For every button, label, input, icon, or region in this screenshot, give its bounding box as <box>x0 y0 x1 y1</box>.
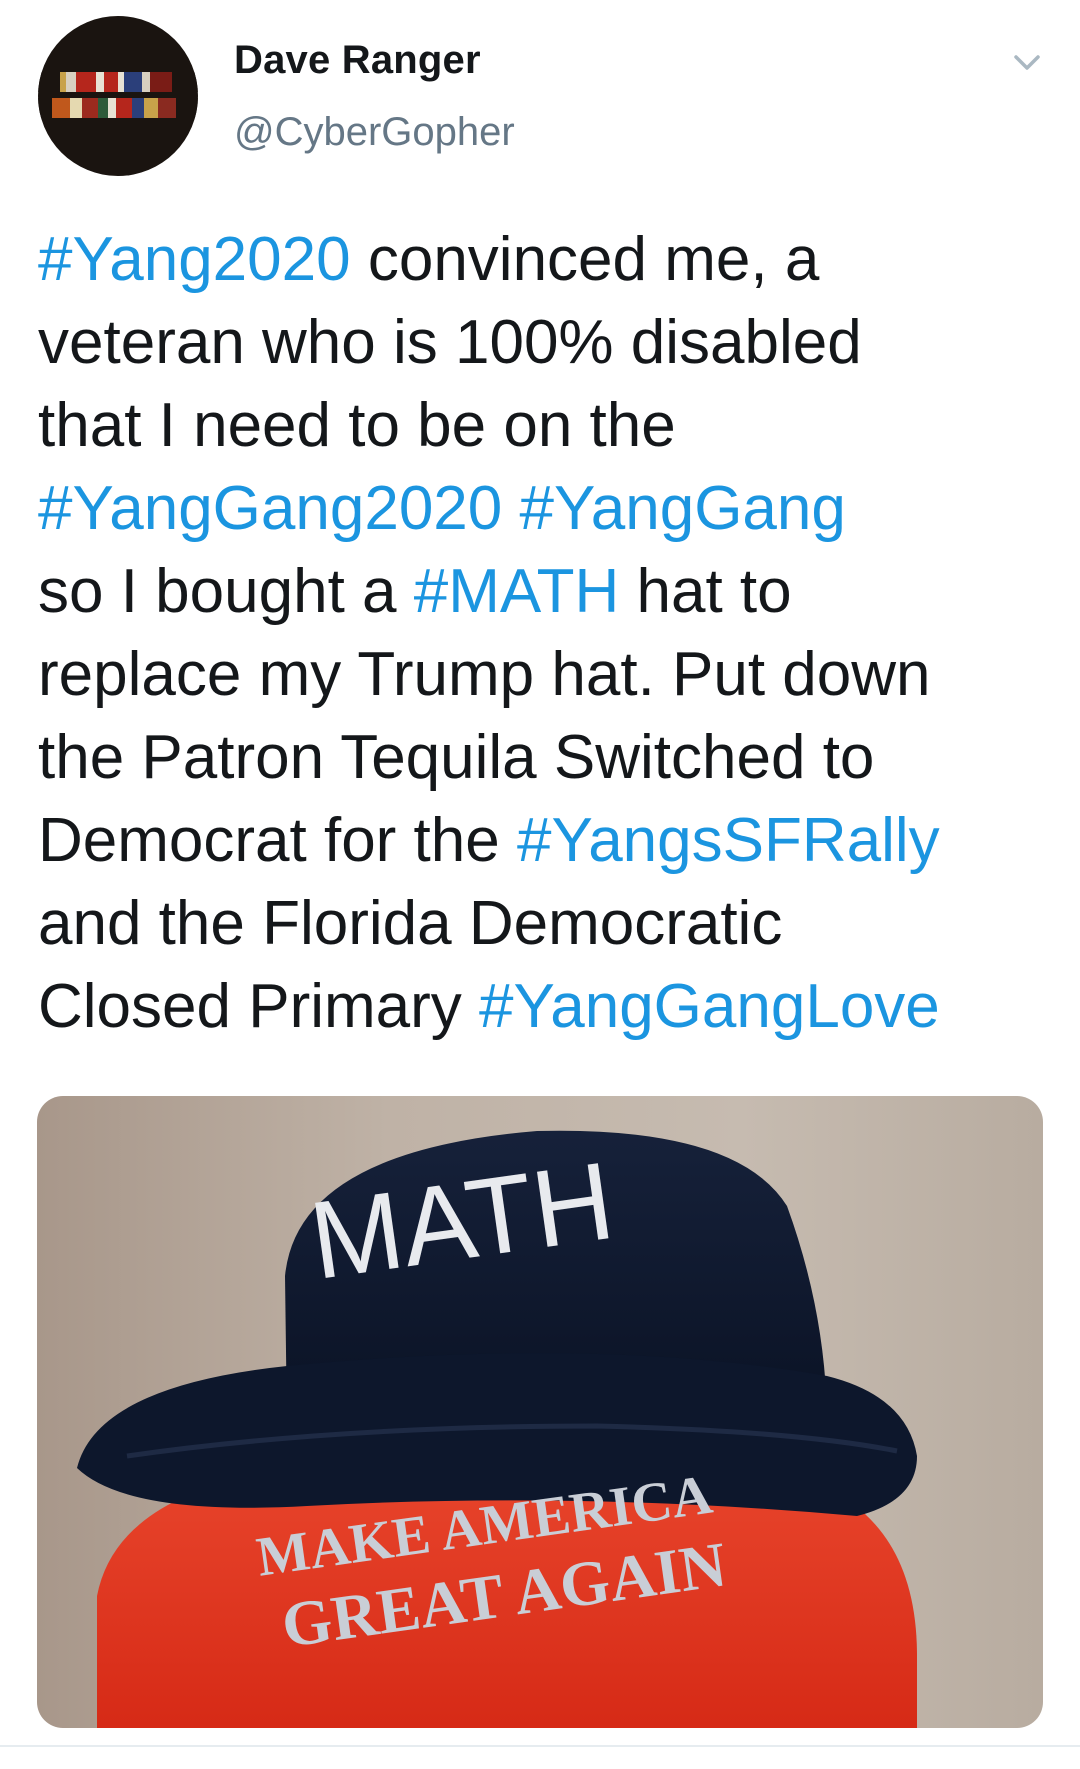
tweet-line: the Patron Tequila Switched to <box>38 716 1048 799</box>
hashtag-link[interactable]: #Yang2020 <box>38 225 351 294</box>
tweet-text-segment: that I need to be on the <box>38 391 676 460</box>
tweet-text-segment: veteran who is 100% disabled <box>38 308 862 377</box>
hashtag-link[interactable]: #YangGang <box>520 474 846 543</box>
tweet-text-segment: Democrat for the <box>38 806 517 875</box>
tweet-text-segment: hat to <box>619 557 792 626</box>
tweet-text-segment: so I bought a <box>38 557 414 626</box>
tweet-line: and the Florida Democratic <box>38 882 1048 965</box>
chevron-down-icon[interactable] <box>1010 46 1044 80</box>
tweet-line: replace my Trump hat. Put down <box>38 633 1048 716</box>
tweet-text-segment: convinced me, a <box>350 225 820 294</box>
tweet-line: Closed Primary #YangGangLove <box>38 965 1048 1048</box>
hashtag-link[interactable]: #YangGangLove <box>479 972 940 1041</box>
hashtag-link[interactable]: #YangsSFRally <box>517 806 940 875</box>
tweet-line: so I bought a #MATH hat to <box>38 550 1048 633</box>
tweet-line: Democrat for the #YangsSFRally <box>38 799 1048 882</box>
author-name[interactable]: Dave Ranger <box>234 38 481 83</box>
avatar[interactable] <box>38 16 198 176</box>
tweet-text-segment: and the Florida Democratic <box>38 889 783 958</box>
hashtag-link[interactable]: #MATH <box>414 557 620 626</box>
tweet-text-segment: Closed Primary <box>38 972 479 1041</box>
tweet-line: veteran who is 100% disabled <box>38 301 1048 384</box>
tweet-line: that I need to be on the <box>38 384 1048 467</box>
tweet-line: #Yang2020 convinced me, a <box>38 218 1048 301</box>
tweet-photo[interactable]: MATH MAKE AMERICA GREAT AGAIN <box>37 1096 1043 1728</box>
hashtag-link[interactable]: #YangGang2020 <box>38 474 502 543</box>
author-handle[interactable]: @CyberGopher <box>234 110 515 155</box>
tweet-line: #YangGang2020 #YangGang <box>38 467 1048 550</box>
divider <box>0 1745 1080 1747</box>
tweet-text-segment: replace my Trump hat. Put down <box>38 640 931 709</box>
tweet-text-segment <box>502 474 519 543</box>
tweet-text: #Yang2020 convinced me, a veteran who is … <box>38 218 1048 1048</box>
tweet-text-segment: the Patron Tequila Switched to <box>38 723 875 792</box>
tweet-header: Dave Ranger @CyberGopher <box>0 0 1080 200</box>
